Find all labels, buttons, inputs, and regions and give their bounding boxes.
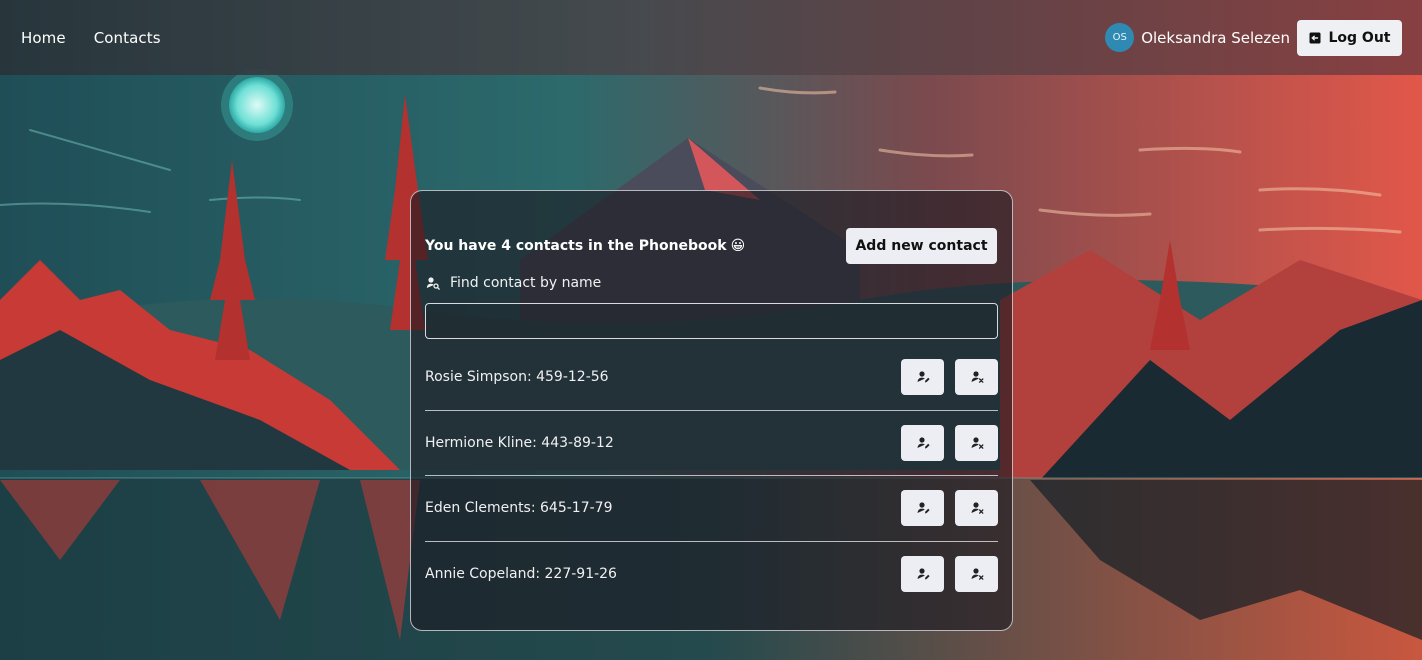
contact-entry: Annie Copeland: 227-91-26 xyxy=(425,566,617,583)
delete-contact-icon xyxy=(971,371,983,384)
phonebook-header: You have 4 contacts in the Phonebook 😀 Ad… xyxy=(425,227,997,264)
list-item: Eden Clements: 645-17-79 xyxy=(425,476,998,542)
avatar: OS xyxy=(1105,23,1135,52)
delete-contact-button[interactable] xyxy=(955,359,998,396)
contact-actions xyxy=(901,490,998,527)
contact-entry: Hermione Kline: 443-89-12 xyxy=(425,434,614,451)
edit-contact-button[interactable] xyxy=(901,359,944,396)
delete-contact-icon xyxy=(971,502,983,515)
edit-contact-icon xyxy=(917,502,930,514)
edit-contact-button[interactable] xyxy=(901,556,944,593)
add-new-contact-button[interactable]: Add new contact xyxy=(846,227,997,264)
find-contact-label: Find contact by name xyxy=(426,275,601,291)
list-item: Annie Copeland: 227-91-26 xyxy=(425,542,998,608)
contact-list: Rosie Simpson: 459-12-56 Hermione Kline:… xyxy=(425,345,998,607)
edit-contact-icon xyxy=(917,371,930,383)
list-item: Rosie Simpson: 459-12-56 xyxy=(425,345,998,411)
contact-actions xyxy=(901,556,998,593)
delete-contact-icon xyxy=(971,437,983,449)
delete-contact-button[interactable] xyxy=(955,490,998,527)
list-item: Hermione Kline: 443-89-12 xyxy=(425,411,998,476)
logout-icon xyxy=(1309,32,1320,43)
find-contact-label-text: Find contact by name xyxy=(450,275,602,291)
edit-contact-icon xyxy=(917,437,930,449)
phonebook-panel: You have 4 contacts in the Phonebook 😀 Ad… xyxy=(410,190,1013,631)
edit-contact-button[interactable] xyxy=(901,424,944,461)
nav-link-home[interactable]: Home xyxy=(21,29,66,47)
edit-contact-icon xyxy=(917,568,930,580)
contact-actions xyxy=(901,359,998,396)
user-menu: OS Oleksandra Selezen Log Out xyxy=(1105,19,1402,56)
contacts-count-text: You have 4 contacts in the Phonebook xyxy=(425,237,727,254)
delete-contact-button[interactable] xyxy=(955,556,998,593)
top-navigation-bar: Home Contacts OS Oleksandra Selezen Log … xyxy=(0,0,1422,75)
delete-contact-button[interactable] xyxy=(955,424,998,461)
edit-contact-button[interactable] xyxy=(901,490,944,527)
contact-entry: Eden Clements: 645-17-79 xyxy=(425,500,613,517)
user-search-icon xyxy=(426,277,440,290)
delete-contact-icon xyxy=(971,568,983,581)
logout-button[interactable]: Log Out xyxy=(1297,19,1402,56)
main-nav: Home Contacts xyxy=(21,29,161,47)
contacts-count-title: You have 4 contacts in the Phonebook 😀 xyxy=(425,238,745,254)
contact-actions xyxy=(901,424,998,461)
search-input[interactable] xyxy=(425,303,998,339)
logout-label: Log Out xyxy=(1328,29,1391,46)
nav-link-contacts[interactable]: Contacts xyxy=(94,29,161,47)
user-name: Oleksandra Selezen xyxy=(1141,28,1290,47)
contact-entry: Rosie Simpson: 459-12-56 xyxy=(425,369,609,386)
smile-emoji: 😀 xyxy=(730,237,746,254)
